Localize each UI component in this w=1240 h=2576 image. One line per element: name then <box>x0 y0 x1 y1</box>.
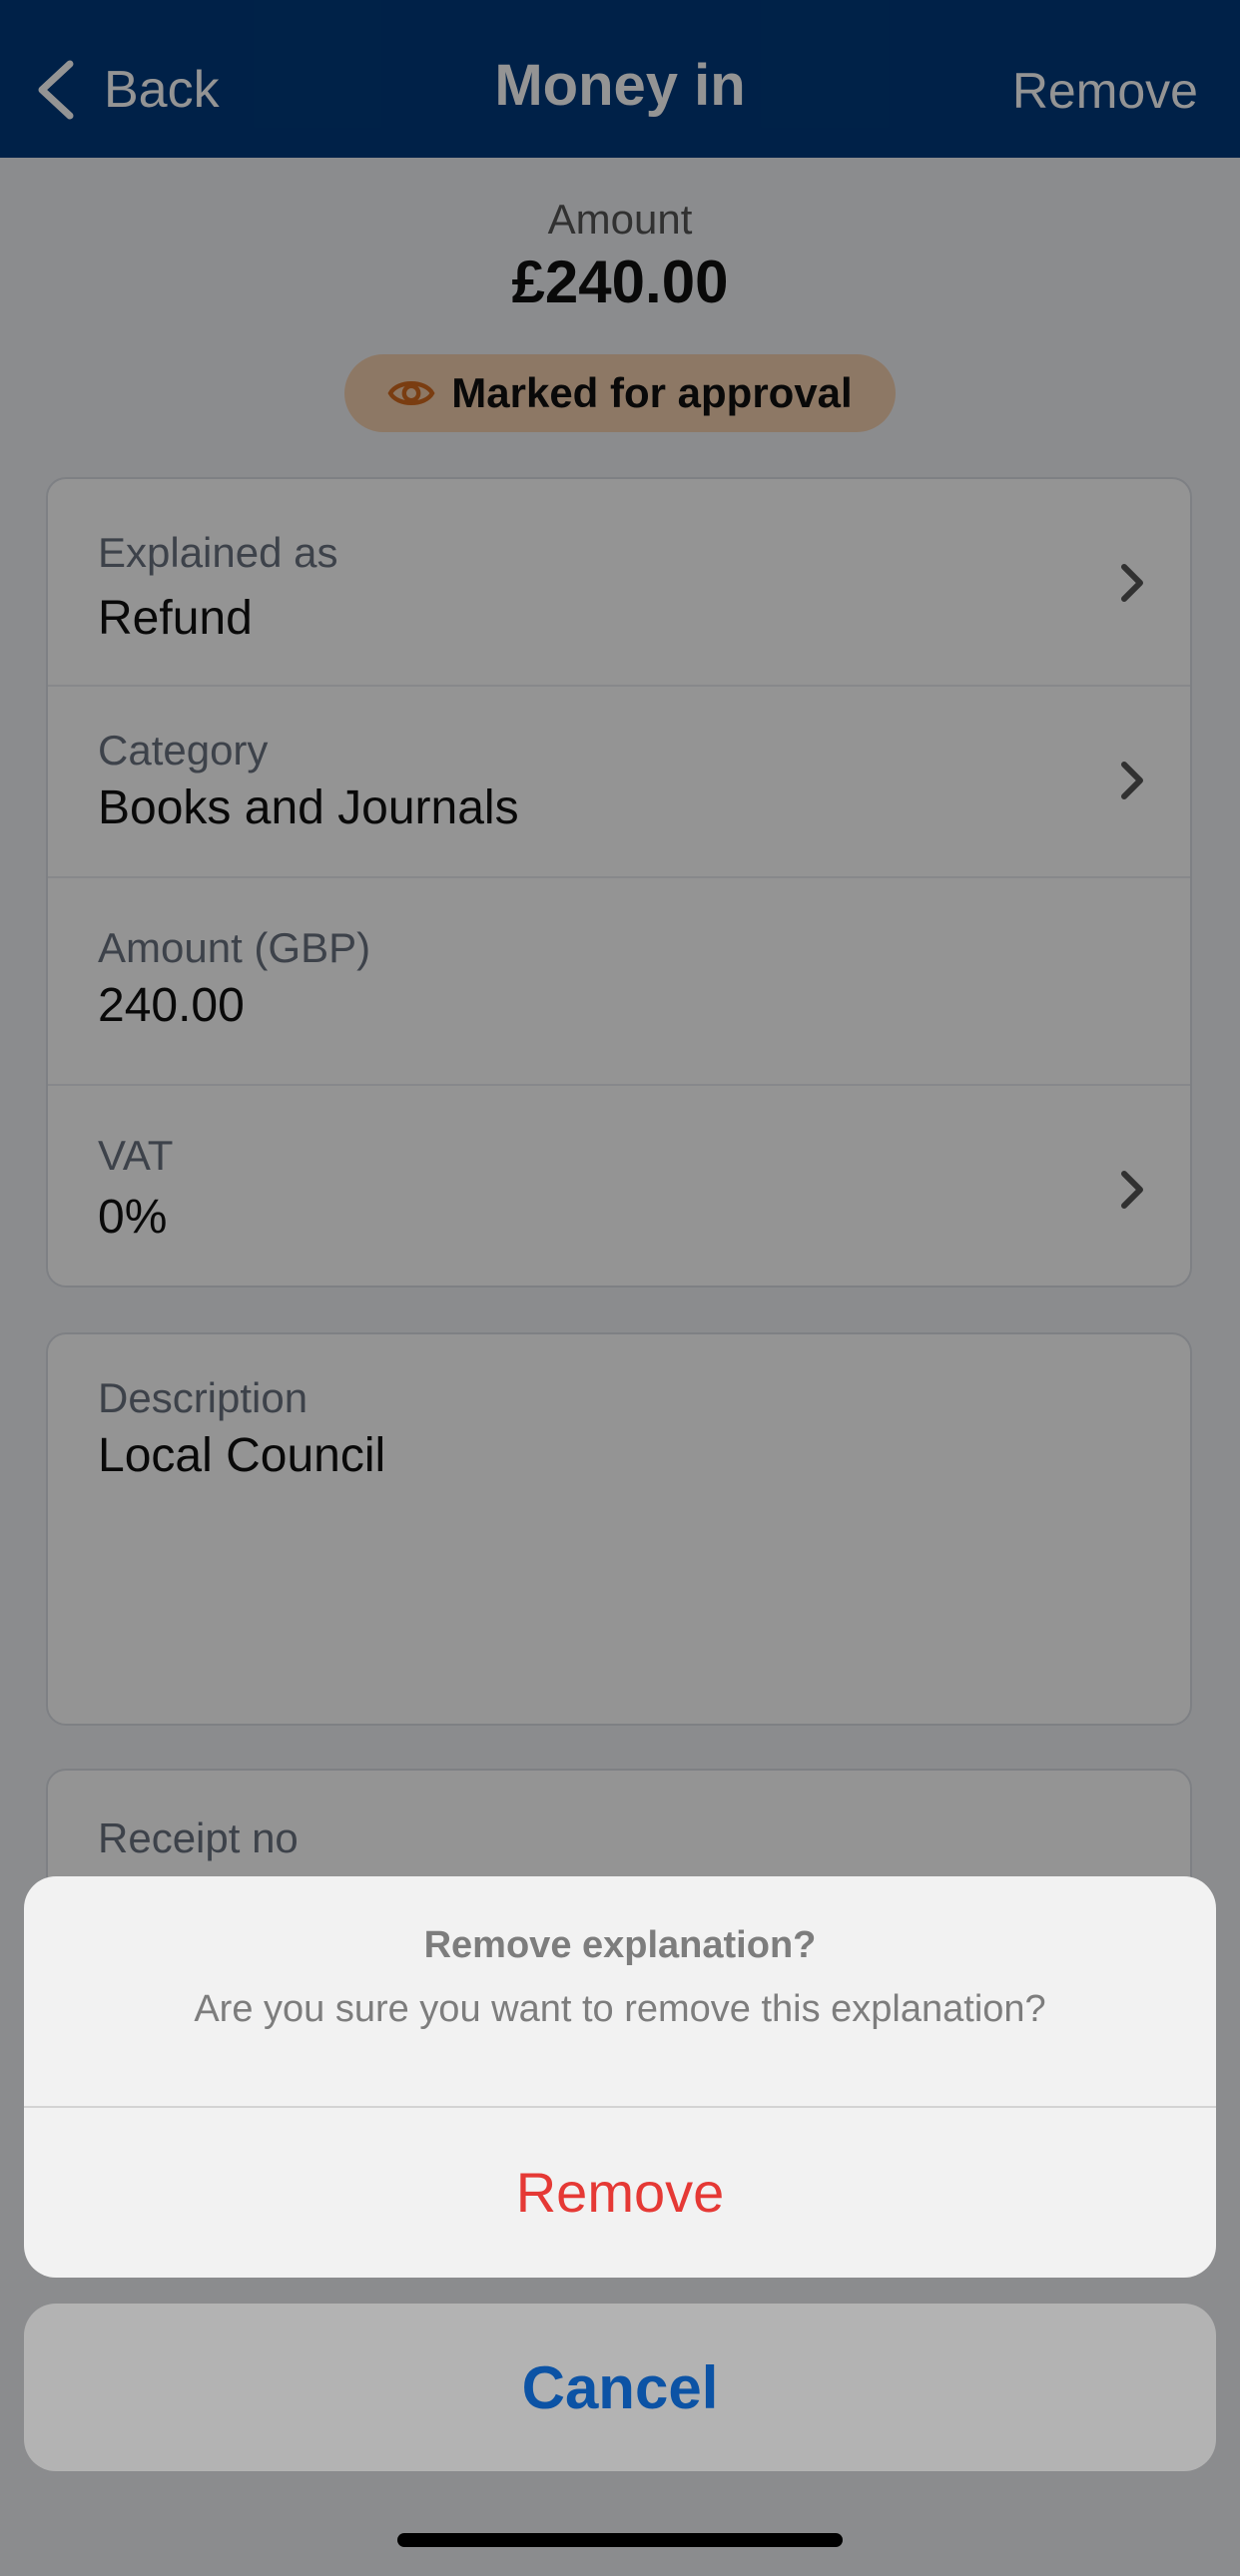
action-sheet-title: Remove explanation? <box>423 1924 817 1966</box>
home-indicator <box>397 2533 843 2547</box>
action-sheet-message: Are you sure you want to remove this exp… <box>194 1988 1046 2030</box>
action-sheet: Remove explanation? Are you sure you wan… <box>24 1876 1216 2278</box>
cancel-button[interactable]: Cancel <box>24 2304 1216 2471</box>
confirm-remove-button[interactable]: Remove <box>24 2106 1216 2278</box>
